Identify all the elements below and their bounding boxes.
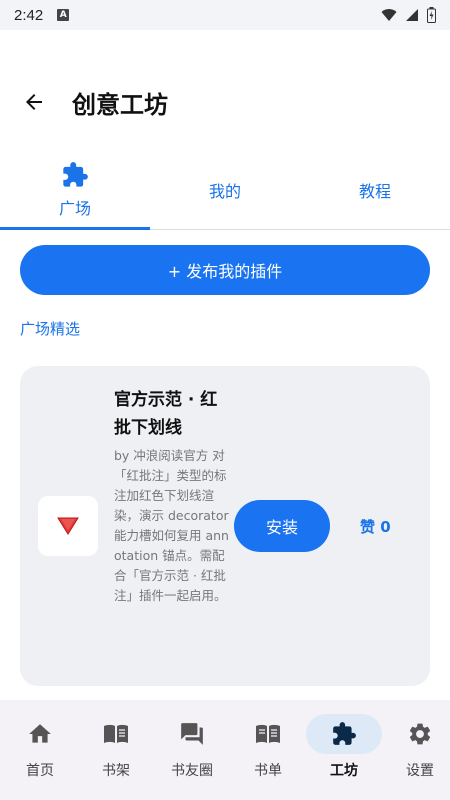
wifi-icon: [381, 9, 397, 21]
like-button[interactable]: 赞 0: [360, 516, 391, 537]
home-icon: [29, 724, 51, 743]
back-button[interactable]: [14, 82, 54, 122]
signal-icon: [406, 9, 418, 21]
plugin-card[interactable]: 官方示范 · 红批下划线 by 冲浪阅读官方 对「红批注」类型的标注加红色下划线…: [20, 366, 430, 686]
gear-icon: [409, 723, 431, 745]
nav-icon-wrap: [230, 714, 306, 754]
app-header: 创意工坊: [0, 72, 450, 132]
tab-label: 教程: [358, 181, 391, 201]
puzzle-icon: [61, 161, 89, 189]
nav-item-home[interactable]: 首页: [2, 700, 78, 800]
tab-label: 我的: [208, 181, 241, 201]
nav-item-workshop[interactable]: 工坊: [306, 700, 382, 800]
tab-square[interactable]: 广场: [0, 150, 150, 230]
status-bar: 2:42 A: [0, 0, 450, 30]
page-title: 创意工坊: [72, 90, 168, 119]
red-triangle-icon: [57, 517, 79, 535]
nav-item-booklist[interactable]: 书单: [230, 700, 306, 800]
nav-label: 设置: [406, 763, 434, 779]
nav-item-bookshelf[interactable]: 书架: [78, 700, 154, 800]
notification-icon: A: [57, 9, 70, 21]
nav-icon-wrap: [2, 714, 78, 754]
tab-label: 广场: [58, 198, 91, 218]
tab-tutorial[interactable]: 教程: [300, 150, 450, 229]
plugin-name: 官方示范 · 红批下划线: [114, 390, 218, 438]
nav-icon-wrap: [306, 714, 382, 754]
nav-item-book-friends[interactable]: 书友圈: [154, 700, 230, 800]
bottom-nav: 首页 书架 书友圈 书单 工坊 设置: [0, 700, 450, 800]
nav-label: 书单: [254, 763, 282, 779]
tab-mine[interactable]: 我的: [150, 150, 300, 229]
battery-icon: [427, 7, 436, 23]
nav-icon-wrap: [78, 714, 154, 754]
nav-label: 书友圈: [171, 763, 213, 779]
plugin-thumbnail: [38, 496, 98, 556]
section-title: 广场精选: [20, 320, 81, 338]
screen: 2:42 A 创意工坊 广场 我的 教程 + 发布我的插件 广场精选 官方示范 …: [0, 0, 450, 800]
status-time: 2:42: [14, 6, 44, 24]
nav-icon-wrap: [382, 714, 450, 754]
status-icons: [381, 7, 436, 23]
nav-label: 工坊: [330, 763, 358, 779]
forum-icon: [181, 723, 203, 745]
book-list-icon: [256, 724, 280, 743]
plugin-description: by 冲浪阅读官方 对「红批注」类型的标注加红色下划线渲染，演示 decorat…: [114, 448, 229, 603]
plugin-info: 官方示范 · 红批下划线 by 冲浪阅读官方 对「红批注」类型的标注加红色下划线…: [114, 386, 232, 606]
puzzle-icon: [333, 722, 356, 745]
tab-bar: 广场 我的 教程: [0, 150, 450, 230]
install-button[interactable]: 安装: [234, 500, 330, 552]
book-open-icon: [104, 724, 128, 743]
nav-label: 首页: [26, 763, 54, 779]
nav-icon-wrap: [154, 714, 230, 754]
nav-item-settings[interactable]: 设置: [382, 700, 450, 800]
publish-plugin-button[interactable]: + 发布我的插件: [20, 245, 430, 295]
arrow-left-icon: [26, 94, 42, 110]
nav-label: 书架: [102, 763, 130, 779]
